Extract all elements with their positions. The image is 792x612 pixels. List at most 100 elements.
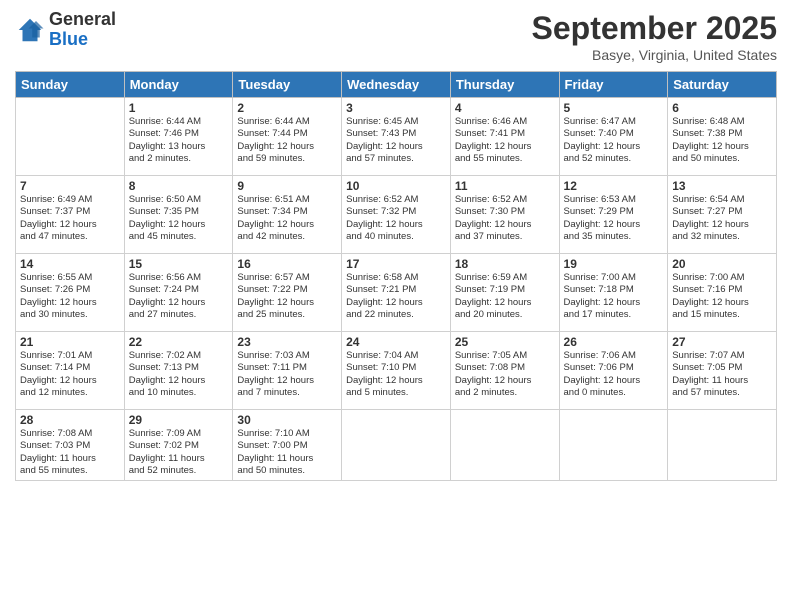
day-number: 27	[672, 335, 772, 349]
weekday-header-friday: Friday	[559, 72, 668, 98]
day-number: 23	[237, 335, 337, 349]
cell-info: Sunrise: 7:03 AM Sunset: 7:11 PM Dayligh…	[237, 350, 337, 399]
calendar-cell: 10Sunrise: 6:52 AM Sunset: 7:32 PM Dayli…	[342, 176, 451, 254]
calendar-cell: 8Sunrise: 6:50 AM Sunset: 7:35 PM Daylig…	[124, 176, 233, 254]
calendar-cell: 20Sunrise: 7:00 AM Sunset: 7:16 PM Dayli…	[668, 254, 777, 332]
weekday-header-thursday: Thursday	[450, 72, 559, 98]
calendar-cell: 25Sunrise: 7:05 AM Sunset: 7:08 PM Dayli…	[450, 332, 559, 410]
calendar-cell: 16Sunrise: 6:57 AM Sunset: 7:22 PM Dayli…	[233, 254, 342, 332]
calendar-cell: 12Sunrise: 6:53 AM Sunset: 7:29 PM Dayli…	[559, 176, 668, 254]
week-row-2: 7Sunrise: 6:49 AM Sunset: 7:37 PM Daylig…	[16, 176, 777, 254]
day-number: 26	[564, 335, 664, 349]
calendar-cell: 22Sunrise: 7:02 AM Sunset: 7:13 PM Dayli…	[124, 332, 233, 410]
cell-info: Sunrise: 6:56 AM Sunset: 7:24 PM Dayligh…	[129, 272, 229, 321]
cell-info: Sunrise: 6:44 AM Sunset: 7:44 PM Dayligh…	[237, 116, 337, 165]
calendar-cell: 3Sunrise: 6:45 AM Sunset: 7:43 PM Daylig…	[342, 98, 451, 176]
calendar-cell: 23Sunrise: 7:03 AM Sunset: 7:11 PM Dayli…	[233, 332, 342, 410]
calendar-cell: 7Sunrise: 6:49 AM Sunset: 7:37 PM Daylig…	[16, 176, 125, 254]
weekday-header-wednesday: Wednesday	[342, 72, 451, 98]
calendar-cell: 27Sunrise: 7:07 AM Sunset: 7:05 PM Dayli…	[668, 332, 777, 410]
day-number: 24	[346, 335, 446, 349]
cell-info: Sunrise: 6:54 AM Sunset: 7:27 PM Dayligh…	[672, 194, 772, 243]
weekday-header-monday: Monday	[124, 72, 233, 98]
calendar-cell: 1Sunrise: 6:44 AM Sunset: 7:46 PM Daylig…	[124, 98, 233, 176]
location: Basye, Virginia, United States	[532, 47, 777, 63]
calendar-cell: 29Sunrise: 7:09 AM Sunset: 7:02 PM Dayli…	[124, 410, 233, 481]
day-number: 25	[455, 335, 555, 349]
day-number: 8	[129, 179, 229, 193]
calendar-cell: 11Sunrise: 6:52 AM Sunset: 7:30 PM Dayli…	[450, 176, 559, 254]
day-number: 19	[564, 257, 664, 271]
month-title: September 2025	[532, 10, 777, 47]
logo-general: General	[49, 9, 116, 29]
calendar-cell: 6Sunrise: 6:48 AM Sunset: 7:38 PM Daylig…	[668, 98, 777, 176]
week-row-1: 1Sunrise: 6:44 AM Sunset: 7:46 PM Daylig…	[16, 98, 777, 176]
logo-text: General Blue	[49, 10, 116, 50]
cell-info: Sunrise: 6:44 AM Sunset: 7:46 PM Dayligh…	[129, 116, 229, 165]
calendar-cell: 24Sunrise: 7:04 AM Sunset: 7:10 PM Dayli…	[342, 332, 451, 410]
day-number: 28	[20, 413, 120, 427]
cell-info: Sunrise: 6:53 AM Sunset: 7:29 PM Dayligh…	[564, 194, 664, 243]
cell-info: Sunrise: 7:02 AM Sunset: 7:13 PM Dayligh…	[129, 350, 229, 399]
cell-info: Sunrise: 6:52 AM Sunset: 7:30 PM Dayligh…	[455, 194, 555, 243]
cell-info: Sunrise: 7:05 AM Sunset: 7:08 PM Dayligh…	[455, 350, 555, 399]
weekday-header-tuesday: Tuesday	[233, 72, 342, 98]
calendar-cell: 9Sunrise: 6:51 AM Sunset: 7:34 PM Daylig…	[233, 176, 342, 254]
calendar-cell: 15Sunrise: 6:56 AM Sunset: 7:24 PM Dayli…	[124, 254, 233, 332]
cell-info: Sunrise: 6:49 AM Sunset: 7:37 PM Dayligh…	[20, 194, 120, 243]
day-number: 1	[129, 101, 229, 115]
calendar-table: SundayMondayTuesdayWednesdayThursdayFrid…	[15, 71, 777, 481]
weekday-header-sunday: Sunday	[16, 72, 125, 98]
cell-info: Sunrise: 6:46 AM Sunset: 7:41 PM Dayligh…	[455, 116, 555, 165]
day-number: 17	[346, 257, 446, 271]
day-number: 6	[672, 101, 772, 115]
cell-info: Sunrise: 6:59 AM Sunset: 7:19 PM Dayligh…	[455, 272, 555, 321]
calendar-cell: 13Sunrise: 6:54 AM Sunset: 7:27 PM Dayli…	[668, 176, 777, 254]
calendar-cell: 17Sunrise: 6:58 AM Sunset: 7:21 PM Dayli…	[342, 254, 451, 332]
day-number: 22	[129, 335, 229, 349]
week-row-4: 21Sunrise: 7:01 AM Sunset: 7:14 PM Dayli…	[16, 332, 777, 410]
cell-info: Sunrise: 6:50 AM Sunset: 7:35 PM Dayligh…	[129, 194, 229, 243]
header: General Blue September 2025 Basye, Virgi…	[15, 10, 777, 63]
day-number: 18	[455, 257, 555, 271]
cell-info: Sunrise: 7:00 AM Sunset: 7:18 PM Dayligh…	[564, 272, 664, 321]
cell-info: Sunrise: 6:48 AM Sunset: 7:38 PM Dayligh…	[672, 116, 772, 165]
cell-info: Sunrise: 7:08 AM Sunset: 7:03 PM Dayligh…	[20, 428, 120, 477]
calendar-cell	[342, 410, 451, 481]
title-block: September 2025 Basye, Virginia, United S…	[532, 10, 777, 63]
day-number: 7	[20, 179, 120, 193]
day-number: 4	[455, 101, 555, 115]
calendar-cell	[668, 410, 777, 481]
day-number: 9	[237, 179, 337, 193]
calendar-cell: 2Sunrise: 6:44 AM Sunset: 7:44 PM Daylig…	[233, 98, 342, 176]
cell-info: Sunrise: 6:52 AM Sunset: 7:32 PM Dayligh…	[346, 194, 446, 243]
calendar-cell: 21Sunrise: 7:01 AM Sunset: 7:14 PM Dayli…	[16, 332, 125, 410]
day-number: 2	[237, 101, 337, 115]
day-number: 13	[672, 179, 772, 193]
cell-info: Sunrise: 6:45 AM Sunset: 7:43 PM Dayligh…	[346, 116, 446, 165]
weekday-header-saturday: Saturday	[668, 72, 777, 98]
cell-info: Sunrise: 7:07 AM Sunset: 7:05 PM Dayligh…	[672, 350, 772, 399]
logo-icon	[15, 15, 45, 45]
calendar-cell: 4Sunrise: 6:46 AM Sunset: 7:41 PM Daylig…	[450, 98, 559, 176]
week-row-5: 28Sunrise: 7:08 AM Sunset: 7:03 PM Dayli…	[16, 410, 777, 481]
calendar-cell: 30Sunrise: 7:10 AM Sunset: 7:00 PM Dayli…	[233, 410, 342, 481]
calendar-cell	[559, 410, 668, 481]
cell-info: Sunrise: 7:00 AM Sunset: 7:16 PM Dayligh…	[672, 272, 772, 321]
cell-info: Sunrise: 7:06 AM Sunset: 7:06 PM Dayligh…	[564, 350, 664, 399]
day-number: 16	[237, 257, 337, 271]
calendar-cell: 18Sunrise: 6:59 AM Sunset: 7:19 PM Dayli…	[450, 254, 559, 332]
day-number: 10	[346, 179, 446, 193]
calendar-cell	[16, 98, 125, 176]
day-number: 14	[20, 257, 120, 271]
calendar-cell: 19Sunrise: 7:00 AM Sunset: 7:18 PM Dayli…	[559, 254, 668, 332]
cell-info: Sunrise: 6:57 AM Sunset: 7:22 PM Dayligh…	[237, 272, 337, 321]
day-number: 21	[20, 335, 120, 349]
cell-info: Sunrise: 6:51 AM Sunset: 7:34 PM Dayligh…	[237, 194, 337, 243]
cell-info: Sunrise: 7:09 AM Sunset: 7:02 PM Dayligh…	[129, 428, 229, 477]
day-number: 3	[346, 101, 446, 115]
cell-info: Sunrise: 7:01 AM Sunset: 7:14 PM Dayligh…	[20, 350, 120, 399]
calendar-cell	[450, 410, 559, 481]
calendar-cell: 26Sunrise: 7:06 AM Sunset: 7:06 PM Dayli…	[559, 332, 668, 410]
cell-info: Sunrise: 7:10 AM Sunset: 7:00 PM Dayligh…	[237, 428, 337, 477]
